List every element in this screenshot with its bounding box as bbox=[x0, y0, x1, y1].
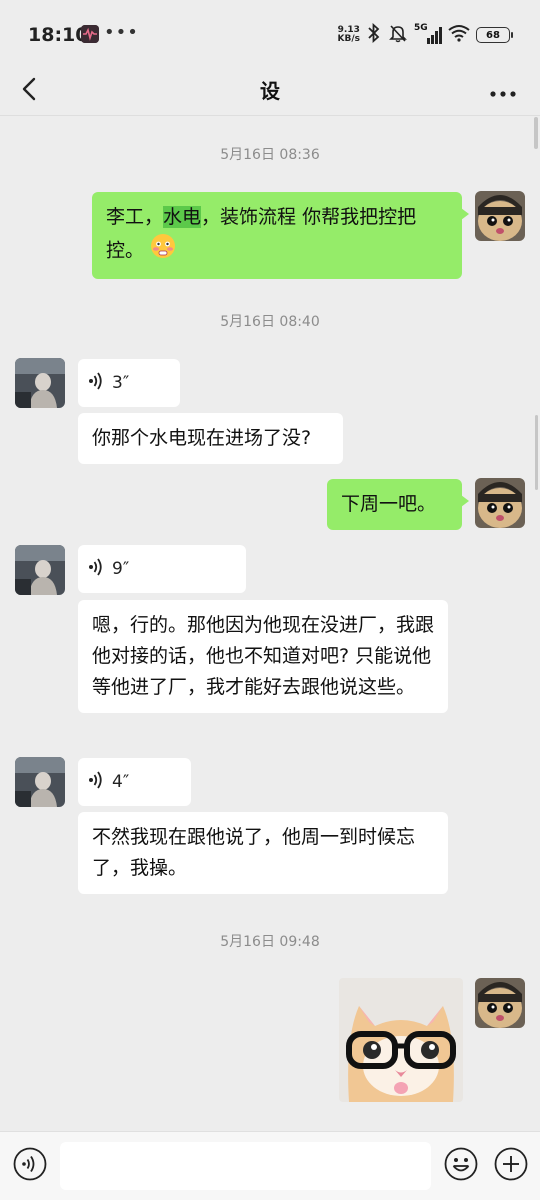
message-text: 嗯，行的。那他因为他现在没进厂，我跟他对接的话，他也不知道对吧? 只能说他等他进… bbox=[92, 614, 435, 698]
input-bar bbox=[0, 1131, 540, 1200]
my-avatar[interactable] bbox=[475, 978, 525, 1028]
flushed-emoji-icon bbox=[150, 233, 176, 269]
mute-bell-icon bbox=[388, 23, 408, 47]
message-bubble-outgoing[interactable]: 下周一吧。 bbox=[327, 479, 469, 530]
wifi-icon bbox=[448, 24, 470, 46]
status-more: ••• bbox=[104, 22, 139, 43]
timestamp: 5月16日 08:40 bbox=[220, 314, 320, 330]
contact-avatar[interactable] bbox=[15, 545, 65, 595]
emoji-icon bbox=[444, 1147, 478, 1185]
signal-icon: 5G bbox=[414, 23, 442, 45]
chat-header: 设 bbox=[0, 66, 540, 116]
timestamp: 5月16日 08:36 bbox=[220, 147, 320, 163]
message-text: 李工， bbox=[106, 206, 164, 228]
voice-duration: 3″ bbox=[112, 373, 130, 393]
status-time: 18:10 bbox=[28, 24, 89, 46]
voice-input-icon bbox=[13, 1147, 47, 1185]
message-list[interactable]: 5月16日 08:36 李工，水电，装饰流程 你帮我把控把控。 5月16日 08… bbox=[0, 117, 540, 1131]
chat-title: 设 bbox=[260, 79, 280, 103]
scrollbar-top[interactable] bbox=[534, 117, 538, 149]
emoji-button[interactable] bbox=[443, 1147, 479, 1185]
contact-avatar[interactable] bbox=[15, 757, 65, 807]
message-bubble-incoming[interactable]: 你那个水电现在进场了没? bbox=[78, 413, 343, 464]
voice-duration: 9″ bbox=[112, 559, 130, 579]
voice-input-button[interactable] bbox=[12, 1147, 48, 1185]
voice-wave-icon bbox=[88, 371, 104, 396]
bluetooth-icon bbox=[366, 22, 382, 47]
contact-avatar[interactable] bbox=[15, 358, 65, 408]
message-input[interactable] bbox=[60, 1142, 431, 1190]
status-bar: 18:10 ••• 9.13 KB/s 5G 68 bbox=[0, 0, 540, 66]
app-notification-icon bbox=[81, 25, 99, 43]
message-bubble-outgoing[interactable]: 李工，水电，装饰流程 你帮我把控把控。 bbox=[92, 192, 469, 279]
more-functions-button[interactable] bbox=[493, 1147, 529, 1185]
plus-circle-icon bbox=[494, 1147, 528, 1185]
battery-level: 68 bbox=[486, 29, 500, 41]
voice-wave-icon bbox=[88, 770, 104, 795]
cat-with-glasses-sticker[interactable] bbox=[339, 978, 463, 1102]
net-speed-unit: KB/s bbox=[337, 34, 360, 44]
voice-message[interactable]: 4″ bbox=[78, 758, 191, 806]
status-right-group: 9.13 KB/s 5G 68 bbox=[338, 22, 513, 48]
highlighted-text: 水电 bbox=[163, 206, 202, 228]
message-text: 不然我现在跟他说了，他周一到时候忘了，我操。 bbox=[92, 826, 416, 879]
message-bubble-incoming[interactable]: 不然我现在跟他说了，他周一到时候忘了，我操。 bbox=[78, 812, 448, 894]
more-horizontal-icon bbox=[490, 82, 516, 101]
my-avatar[interactable] bbox=[475, 191, 525, 241]
voice-message[interactable]: 3″ bbox=[78, 359, 180, 407]
battery-icon: 68 bbox=[476, 27, 513, 43]
net-speed: 9.13 KB/s bbox=[338, 26, 360, 44]
more-button[interactable] bbox=[486, 72, 520, 110]
message-bubble-incoming[interactable]: 嗯，行的。那他因为他现在没进厂，我跟他对接的话，他也不知道对吧? 只能说他等他进… bbox=[78, 600, 448, 713]
message-text: 下周一吧。 bbox=[341, 493, 437, 515]
timestamp: 5月16日 09:48 bbox=[220, 934, 320, 950]
voice-message[interactable]: 9″ bbox=[78, 545, 246, 593]
scrollbar[interactable] bbox=[535, 415, 538, 490]
voice-wave-icon bbox=[88, 557, 104, 582]
message-text: 你那个水电现在进场了没? bbox=[92, 427, 312, 449]
my-avatar[interactable] bbox=[475, 478, 525, 528]
voice-duration: 4″ bbox=[112, 772, 130, 792]
